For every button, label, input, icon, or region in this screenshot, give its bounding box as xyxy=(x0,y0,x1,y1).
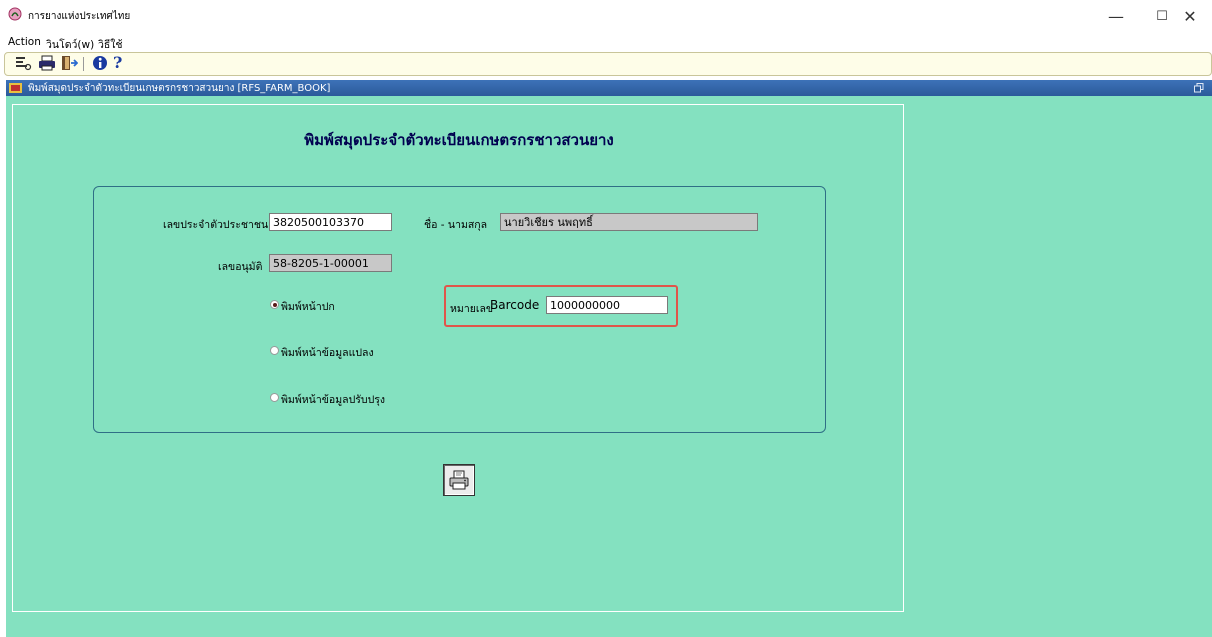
toolbar-separator xyxy=(83,57,84,71)
id-card-label: เลขประจำตัวประชาชน xyxy=(163,219,269,231)
form-window-title: พิมพ์สมุดประจำตัวทะเบียนเกษตรกรชาวสวนยาง… xyxy=(28,83,331,94)
menu-help[interactable]: วิธีใช้ xyxy=(98,36,123,53)
barcode-label-en: Barcode xyxy=(490,298,540,312)
radio-cover-page-label[interactable]: พิมพ์หน้าปก xyxy=(281,298,335,315)
app-logo-icon xyxy=(8,7,22,21)
name-label: ชื่อ - นามสกุล xyxy=(424,219,488,231)
window-title-bar xyxy=(0,0,1212,34)
printer-icon xyxy=(449,470,469,490)
info-icon[interactable] xyxy=(92,55,110,71)
barcode-label-th: หมายเลข xyxy=(450,303,494,315)
radio-update-data-page-label[interactable]: พิมพ์หน้าข้อมูลปรับปรุง xyxy=(281,391,385,408)
exit-icon[interactable] xyxy=(60,55,78,71)
form-icon[interactable] xyxy=(14,55,32,71)
form-window-icon xyxy=(9,83,22,93)
form-heading: พิมพ์สมุดประจำตัวทะเบียนเกษตรกรชาวสวนยาง xyxy=(304,131,614,149)
menu-window[interactable]: วินโดว์(w) xyxy=(46,36,94,53)
radio-cover-page[interactable] xyxy=(270,300,279,309)
minimize-button[interactable]: — xyxy=(1096,4,1136,30)
close-button[interactable]: ✕ xyxy=(1170,4,1210,30)
menu-bar xyxy=(0,34,1212,50)
form-window-title-bar: พิมพ์สมุดประจำตัวทะเบียนเกษตรกรชาวสวนยาง… xyxy=(6,80,1212,96)
restore-icon[interactable] xyxy=(1194,83,1204,93)
help-icon[interactable]: ? xyxy=(113,53,122,72)
approval-label: เลขอนุมัติ xyxy=(218,261,263,273)
toolbar xyxy=(4,52,1212,76)
barcode-input[interactable]: 1000000000 xyxy=(546,296,668,314)
print-icon[interactable] xyxy=(38,55,56,71)
window-title: การยางแห่งประเทศไทย xyxy=(28,11,131,22)
radio-plot-data-page-label[interactable]: พิมพ์หน้าข้อมูลแปลง xyxy=(281,344,374,361)
radio-update-data-page[interactable] xyxy=(270,393,279,402)
name-field: นายวิเชียร นพฤทธิ์ xyxy=(500,213,758,231)
print-button[interactable] xyxy=(443,464,475,496)
radio-plot-data-page[interactable] xyxy=(270,346,279,355)
id-card-input[interactable]: 3820500103370 xyxy=(269,213,392,231)
menu-action[interactable]: Action xyxy=(8,36,41,48)
approval-field: 58-8205-1-00001 xyxy=(269,254,392,272)
